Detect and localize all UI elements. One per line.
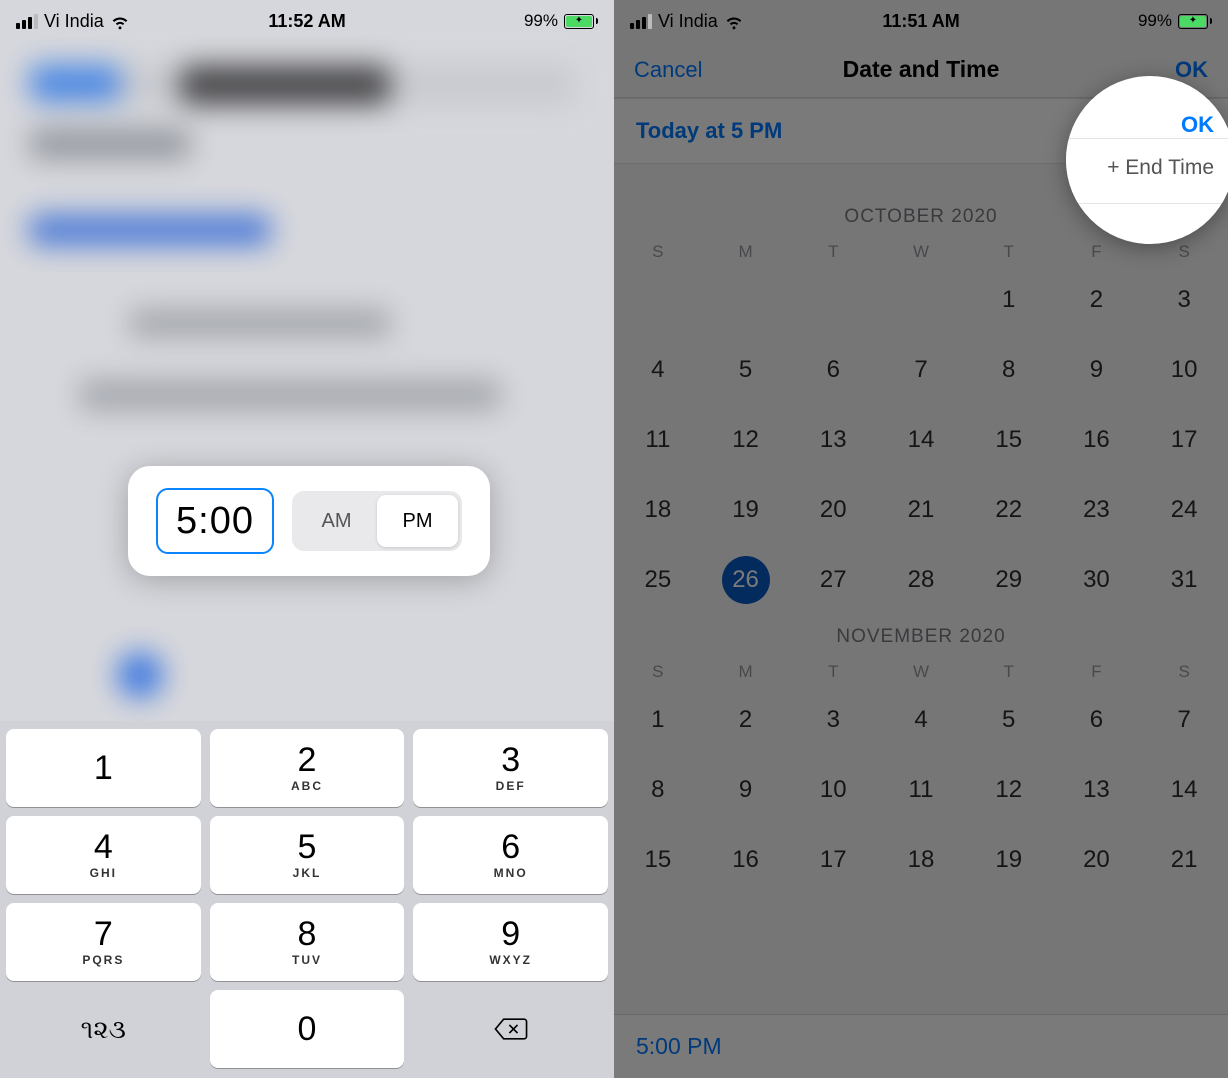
carrier: Vi India	[630, 11, 744, 32]
key-7[interactable]: 7PQRS	[6, 903, 201, 981]
battery-percent: 99%	[524, 11, 558, 31]
ampm-toggle[interactable]: AM PM	[292, 491, 462, 551]
key-6[interactable]: 6MNO	[413, 816, 608, 894]
signal-icon	[16, 14, 38, 29]
wifi-icon	[110, 11, 130, 31]
status-right: 99% ✦	[524, 11, 598, 31]
key-9[interactable]: 9WXYZ	[413, 903, 608, 981]
battery-icon: ✦	[564, 14, 598, 29]
status-right: 99% ✦	[1138, 11, 1212, 31]
battery-percent: 99%	[1138, 11, 1172, 31]
pm-option[interactable]: PM	[377, 495, 458, 547]
carrier-label: Vi India	[658, 11, 718, 32]
battery-icon: ✦	[1178, 14, 1212, 29]
add-end-time-spot[interactable]: + End Time	[1107, 156, 1214, 180]
key-2[interactable]: 2ABC	[210, 729, 405, 807]
ok-button-spot[interactable]: OK	[1181, 112, 1214, 138]
time-picker-popover: 5:00 AM PM	[128, 466, 490, 576]
key-0[interactable]: 0	[210, 990, 405, 1068]
status-bar: Vi India 11:52 AM 99% ✦	[0, 0, 614, 42]
screenshot-right: Vi India 11:51 AM 99% ✦ Cancel Date and …	[614, 0, 1228, 1078]
numeric-keypad: 12ABC3DEF 4GHI5JKL6MNO 7PQRS8TUV9WXYZ ૧૨૩0	[0, 721, 614, 1078]
language-key[interactable]: ૧૨૩	[6, 990, 201, 1068]
wifi-icon	[724, 11, 744, 31]
spotlight-highlight: OK + End Time	[1066, 76, 1228, 244]
backspace-key[interactable]	[413, 990, 608, 1068]
key-4[interactable]: 4GHI	[6, 816, 201, 894]
signal-icon	[630, 14, 652, 29]
status-time: 11:51 AM	[882, 11, 959, 32]
carrier: Vi India	[16, 11, 130, 32]
status-bar: Vi India 11:51 AM 99% ✦	[614, 0, 1228, 42]
key-5[interactable]: 5JKL	[210, 816, 405, 894]
key-8[interactable]: 8TUV	[210, 903, 405, 981]
screenshot-left: Vi India 11:52 AM 99% ✦ 5:00 AM PM 12ABC…	[0, 0, 614, 1078]
carrier-label: Vi India	[44, 11, 104, 32]
am-option[interactable]: AM	[296, 495, 377, 547]
key-1[interactable]: 1	[6, 729, 201, 807]
time-input[interactable]: 5:00	[156, 488, 274, 554]
key-3[interactable]: 3DEF	[413, 729, 608, 807]
backspace-icon	[493, 1015, 529, 1043]
status-time: 11:52 AM	[268, 11, 345, 32]
